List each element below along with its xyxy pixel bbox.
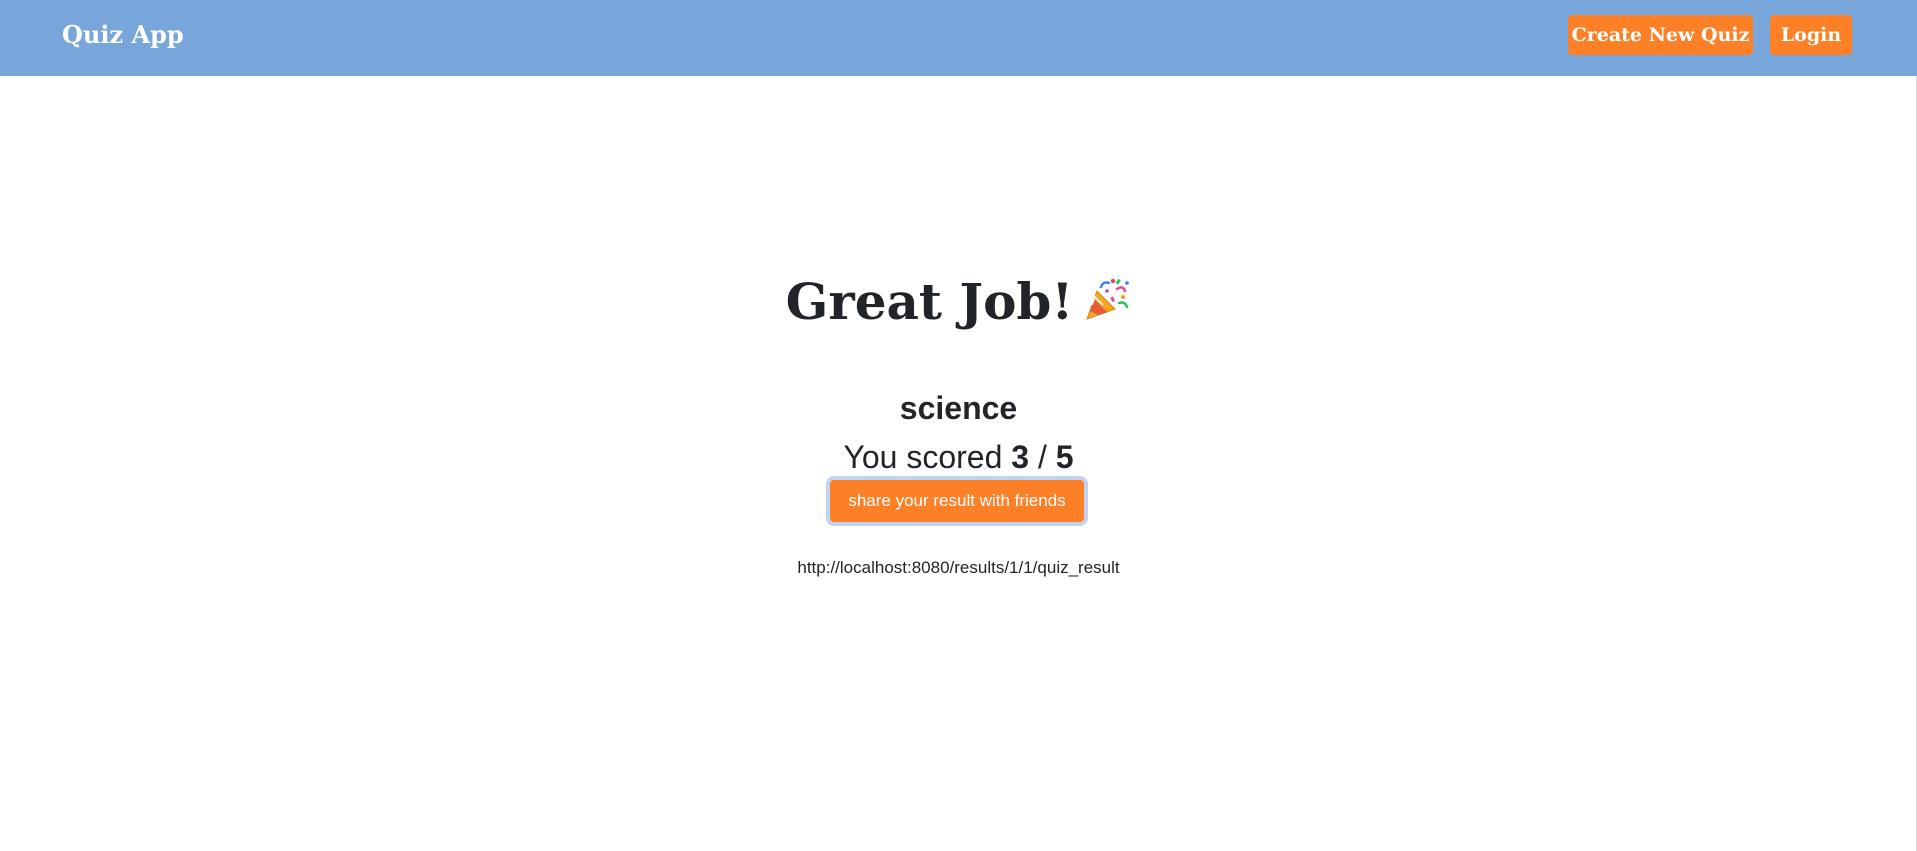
score-separator: / (1037, 439, 1047, 475)
top-navbar: Quiz App Create New Quiz Login (0, 0, 1917, 76)
party-popper-icon (1086, 278, 1130, 320)
score-total: 5 (1055, 439, 1074, 475)
score-prefix: You scored (843, 439, 1003, 475)
brand-link[interactable]: Quiz App (62, 19, 184, 51)
result-heading: Great Job! (0, 267, 1917, 337)
share-result-button[interactable]: share your result with friends (830, 480, 1084, 522)
result-heading-text: Great Job! (785, 271, 1074, 331)
score-value: 3 (1011, 439, 1030, 475)
score-line: You scored 3 / 5 (0, 437, 1917, 477)
create-new-quiz-button[interactable]: Create New Quiz (1568, 15, 1753, 55)
login-button[interactable]: Login (1770, 15, 1852, 55)
share-url-text: http://localhost:8080/results/1/1/quiz_r… (797, 558, 1120, 577)
quiz-name: science (899, 390, 1018, 426)
